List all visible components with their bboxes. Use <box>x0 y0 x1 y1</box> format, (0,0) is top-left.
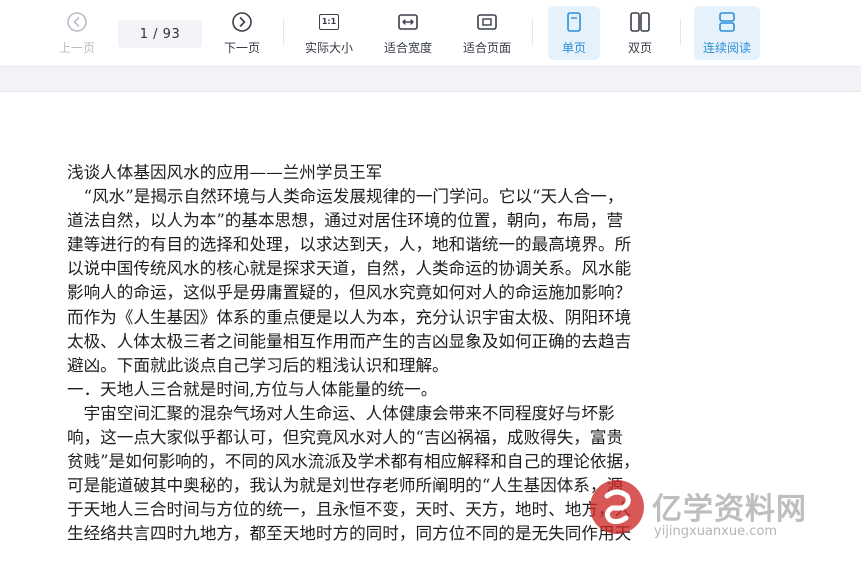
page-gap <box>0 67 861 91</box>
double-page-icon <box>629 9 651 35</box>
doc-line: 于天地人三合时间与方位的统一，且永恒不变，天时、天方，地时、地方，人 <box>67 500 632 520</box>
single-page-label: 单页 <box>561 41 586 55</box>
doc-line: 可是能道破其中奥秘的，我认为就是刘世存老师所阐明的“人生基因体系，源 <box>67 476 624 496</box>
reader-toolbar: 上一页 1 / 93 下一页 1:1 实际大小 适合宽度 适合页面 单页 双页 … <box>0 0 861 67</box>
fit-width-label: 适合宽度 <box>383 41 432 55</box>
doc-line: 响，这一点大家似乎都认可，但究竟风水对人的“吉凶祸福，成败得失，富贵 <box>67 428 624 448</box>
actual-size-icon: 1:1 <box>319 9 339 35</box>
doc-line: 影响人的命运，这似乎是毋庸置疑的，但风水究竟如何对人的命运施加影响？ <box>67 283 632 303</box>
page-indicator[interactable]: 1 / 93 <box>118 20 202 48</box>
document-text: 浅谈人体基因风水的应用——兰州学员王军 “风水”是揭示自然环境与人类命运发展规律… <box>67 161 787 547</box>
doc-line: 避凶。下面就此谈点自己学习后的粗浅认识和理解。 <box>67 355 449 375</box>
doc-title: 浅谈人体基因风水的应用——兰州学员王军 <box>67 163 383 182</box>
toolbar-divider <box>680 19 681 45</box>
actual-size-glyph: 1:1 <box>319 14 339 30</box>
continuous-reading-label: 连续阅读 <box>702 41 751 55</box>
fit-page-button[interactable]: 适合页面 <box>456 6 518 60</box>
toolbar-divider <box>532 19 533 45</box>
actual-size-button[interactable]: 1:1 实际大小 <box>298 6 360 60</box>
fit-width-button[interactable]: 适合宽度 <box>377 6 439 60</box>
doc-line: 宇宙空间汇聚的混杂气场对人生命运、人体健康会带来不同程度好与坏影 <box>67 403 615 423</box>
toolbar-divider <box>283 19 284 45</box>
doc-line: 建等进行的有目的选择和处理，以求达到天，人，地和谐统一的最高境界。所 <box>67 235 632 255</box>
single-page-button[interactable]: 单页 <box>548 6 600 60</box>
doc-line: 道法自然，以人为本”的基本思想，通过对居住环境的位置，朝向，布局，营 <box>67 211 624 231</box>
doc-section-heading: 一．天地人三合就是时间,方位与人体能量的统一。 <box>67 379 438 399</box>
fit-page-label: 适合页面 <box>462 41 511 55</box>
doc-line: 生经络共言四时九地方，都至天地时方的同时，同方位不同的是无失同作用天 <box>67 524 632 544</box>
chevron-right-circle-icon <box>231 9 253 35</box>
actual-size-label: 实际大小 <box>304 41 353 55</box>
doc-line: 贫贱”是如何影响的，不同的风水流派及学术都有相应解释和自己的理论依据， <box>67 452 640 472</box>
doc-line: 而作为《人生基因》体系的重点便是以人为本，充分认识宇宙太极、阴阳环境 <box>67 307 632 327</box>
next-page-label: 下一页 <box>223 41 260 55</box>
continuous-reading-button[interactable]: 连续阅读 <box>694 6 760 60</box>
document-page: 浅谈人体基因风水的应用——兰州学员王军 “风水”是揭示自然环境与人类命运发展规律… <box>0 91 861 568</box>
prev-page-button[interactable]: 上一页 <box>52 6 102 60</box>
double-page-label: 双页 <box>627 41 652 55</box>
prev-page-label: 上一页 <box>58 41 95 55</box>
single-page-icon <box>565 9 583 35</box>
doc-line: “风水”是揭示自然环境与人类命运发展规律的一门学问。它以“天人合一， <box>67 187 624 207</box>
chevron-left-circle-icon <box>66 9 88 35</box>
doc-line: 以说中国传统风水的核心就是探求天道，自然，人类命运的协调关系。风水能 <box>67 259 632 279</box>
next-page-button[interactable]: 下一页 <box>217 6 267 60</box>
fit-width-icon <box>397 9 419 35</box>
double-page-button[interactable]: 双页 <box>614 6 666 60</box>
doc-line: 太极、人体太极三者之间能量相互作用而产生的吉凶显象及如何正确的去趋吉 <box>67 331 632 351</box>
continuous-reading-icon <box>716 9 738 35</box>
fit-page-icon <box>476 9 498 35</box>
